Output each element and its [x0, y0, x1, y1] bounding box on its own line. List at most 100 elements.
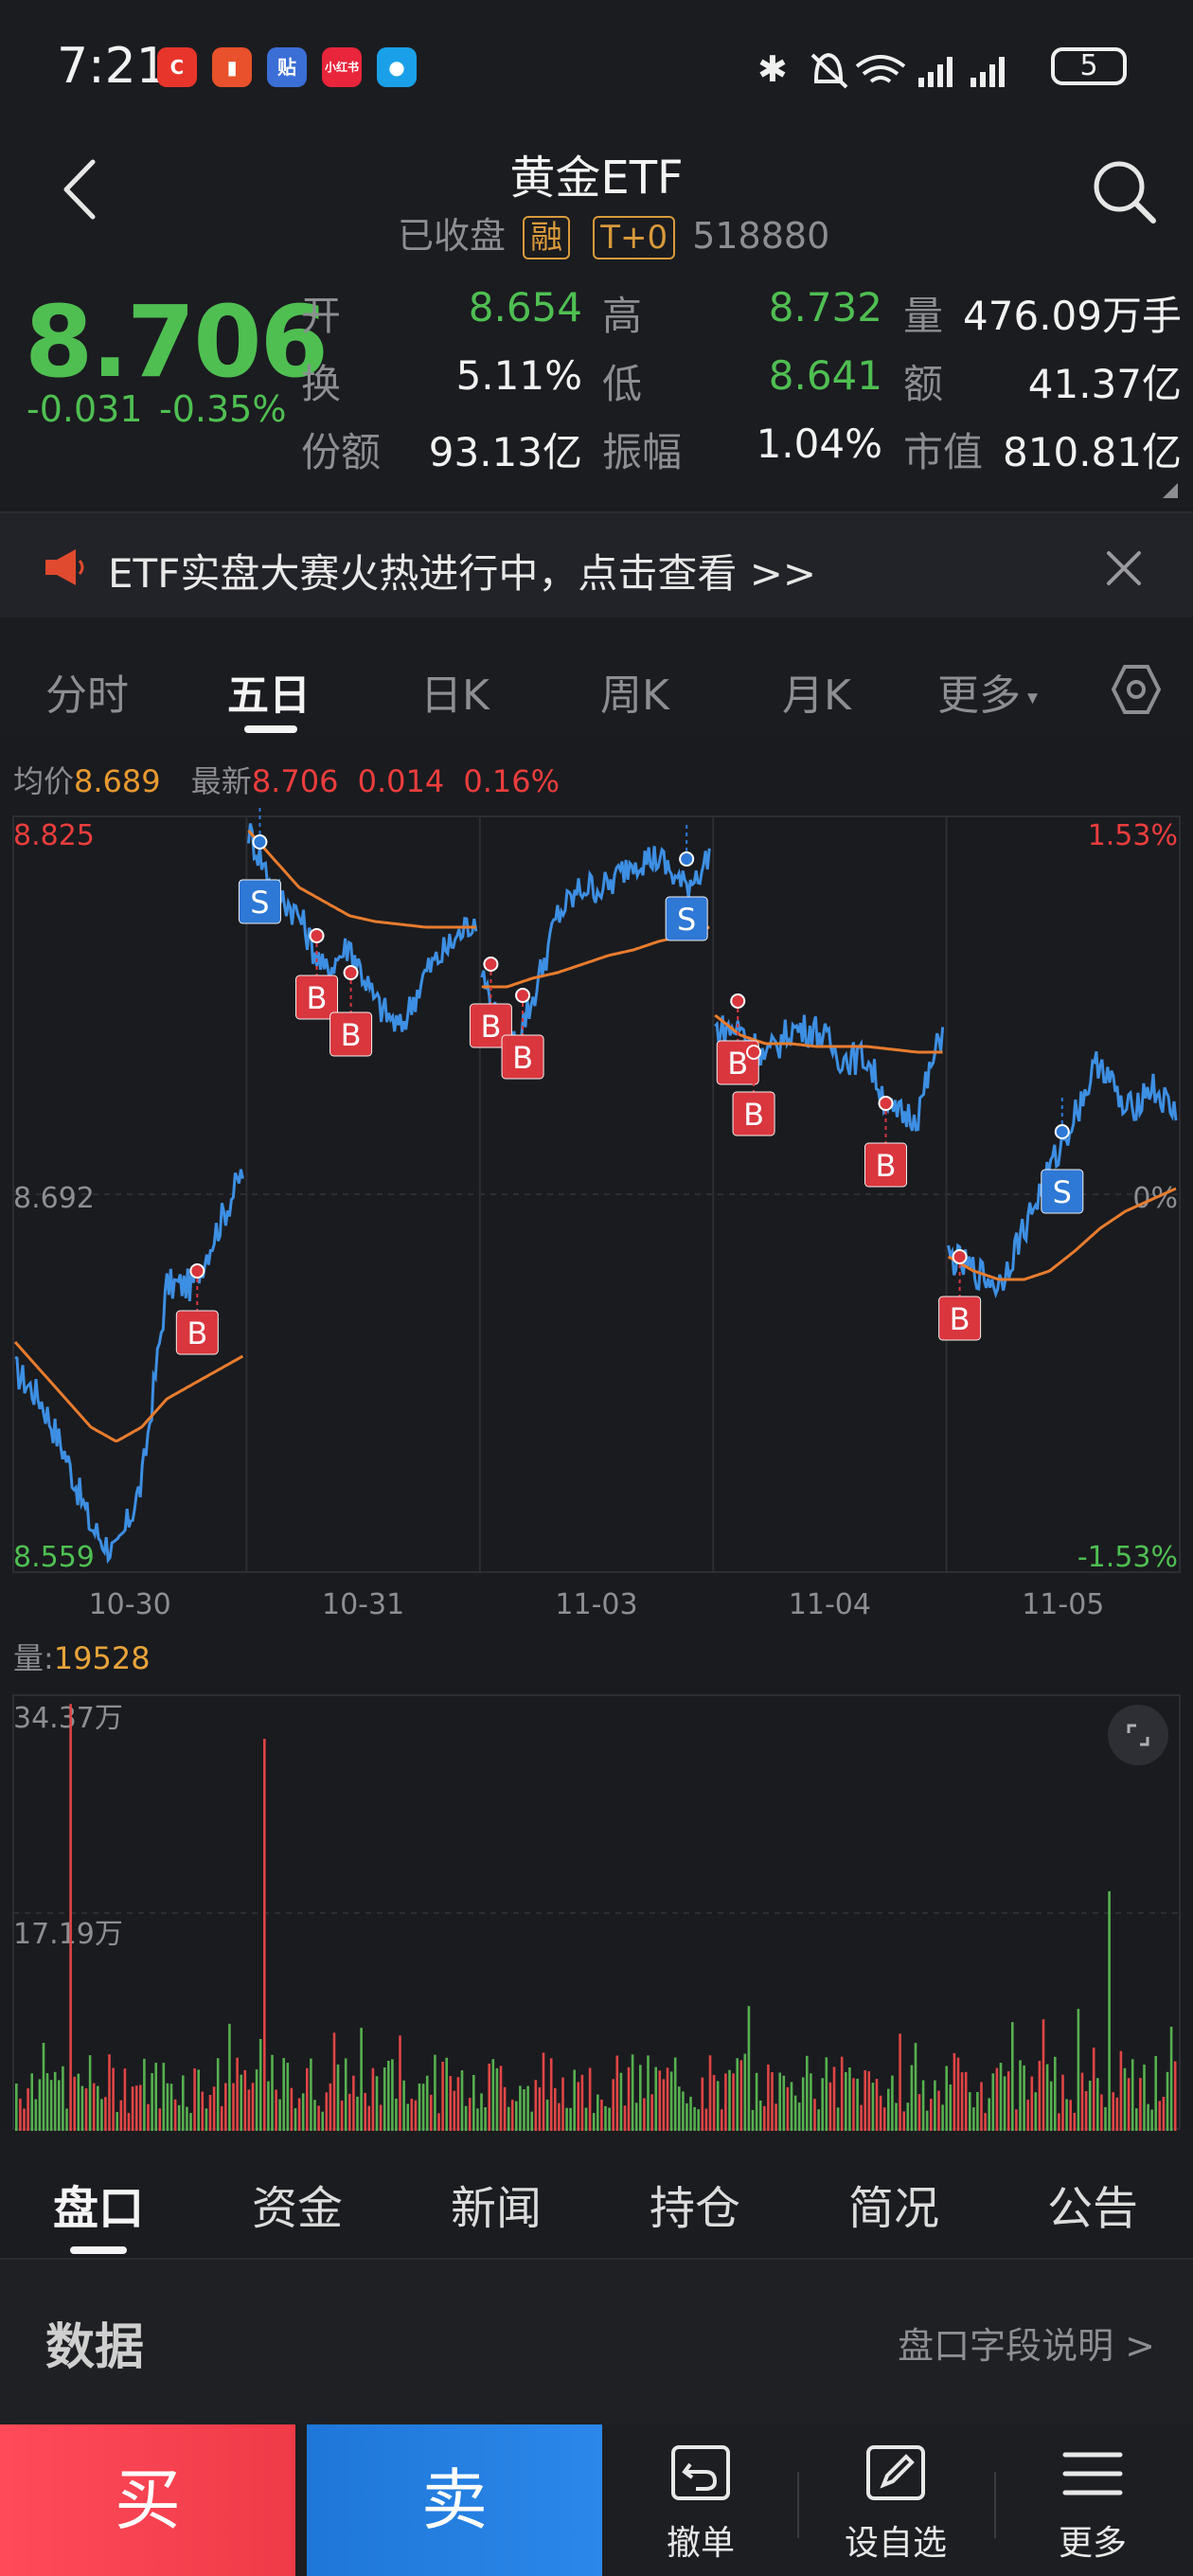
- volume-bar: [584, 2107, 588, 2131]
- fullscreen-button[interactable]: [1108, 1705, 1168, 1765]
- quote-field-label: 份额: [301, 429, 382, 475]
- tab-intraday[interactable]: 分时: [45, 661, 129, 722]
- volume-bar: [344, 2058, 347, 2131]
- close-icon[interactable]: [1103, 547, 1145, 589]
- volume-bar: [775, 2103, 777, 2131]
- volume-bar: [1073, 2112, 1077, 2131]
- tab-monthly-k[interactable]: 月K: [782, 661, 851, 722]
- volume-bar: [510, 2100, 514, 2131]
- volume-bar: [395, 2098, 398, 2131]
- search-icon[interactable]: [1089, 156, 1159, 226]
- volume-bar: [1169, 2027, 1173, 2131]
- y-tick-left: 8.825: [13, 819, 95, 852]
- volume-bar: [255, 2069, 258, 2131]
- volume-bar: [558, 2102, 561, 2131]
- volume-bar: [1158, 2101, 1162, 2131]
- settings-hexagon-icon[interactable]: [1110, 663, 1163, 716]
- add-watchlist-button[interactable]: 设自选: [801, 2424, 990, 2576]
- trade-marker-dot: [309, 928, 325, 943]
- volume-bar: [1080, 2072, 1084, 2131]
- volume-bar: [441, 2062, 444, 2131]
- volume-bar: [123, 2068, 127, 2131]
- sell-button[interactable]: 卖: [307, 2424, 602, 2576]
- volume-bar: [949, 2084, 953, 2131]
- x-tick: 11-05: [1022, 1588, 1104, 1621]
- volume-bar: [747, 2006, 751, 2131]
- volume-bar: [116, 2112, 118, 2131]
- volume-bar: [472, 2075, 475, 2131]
- volume-bar: [693, 2106, 696, 2131]
- volume-bar: [92, 2083, 96, 2131]
- svg-text:✱: ✱: [757, 48, 788, 90]
- expand-corner-icon[interactable]: [1161, 481, 1180, 500]
- volume-bar: [449, 2076, 453, 2131]
- volume-bar: [224, 2083, 227, 2131]
- trade-marker-dot: [730, 993, 746, 1009]
- tab-holdings[interactable]: 持仓: [650, 2171, 740, 2237]
- fullscreen-icon: [1127, 1724, 1149, 1746]
- volume-bar: [391, 2059, 394, 2131]
- volume-bar: [658, 2070, 662, 2131]
- volume-bar: [356, 2096, 359, 2131]
- marker-label: B: [950, 1301, 970, 1337]
- volume-bar: [15, 2084, 18, 2131]
- marker-label: B: [187, 1315, 207, 1351]
- volume-bar: [1069, 2100, 1072, 2131]
- more-button[interactable]: 更多: [998, 2424, 1187, 2576]
- volume-bar: [689, 2096, 692, 2131]
- field-explanation-link[interactable]: 盘口字段说明 >: [898, 2317, 1155, 2369]
- volume-bar: [143, 2058, 146, 2131]
- volume-bar: [23, 2108, 26, 2131]
- volume-bar: [414, 2100, 418, 2131]
- cancel-order-button[interactable]: 撤单: [606, 2424, 795, 2576]
- last-price-value: 8.706: [251, 763, 339, 799]
- volume-bar: [173, 2099, 177, 2131]
- volume-bar: [871, 2083, 875, 2131]
- marker-label: B: [512, 1040, 533, 1076]
- volume-bar: [882, 2107, 886, 2131]
- tab-announcements[interactable]: 公告: [1047, 2171, 1138, 2237]
- trade-action-bar: 买 卖 撤单 设自选 更多: [0, 2424, 1193, 2576]
- tab-capital[interactable]: 资金: [252, 2171, 343, 2237]
- volume-bar: [542, 2052, 545, 2131]
- speaker-icon: [45, 549, 84, 585]
- volume-bar: [608, 2107, 611, 2131]
- tab-more[interactable]: 更多 ▾: [937, 661, 1038, 722]
- volume-bar: [828, 2082, 832, 2131]
- volume-chart[interactable]: 34.37万 17.19万: [0, 1686, 1193, 2131]
- volume-bar: [460, 2070, 464, 2131]
- volume-bar: [972, 2107, 975, 2131]
- volume-bar: [1065, 2099, 1068, 2131]
- volume-bar: [1147, 2103, 1149, 2131]
- volume-bar: [286, 2063, 290, 2131]
- volume-bar: [538, 2087, 542, 2131]
- tab-order-book[interactable]: 盘口: [53, 2171, 144, 2237]
- edit-icon: [866, 2445, 925, 2500]
- volume-bar: [697, 2109, 700, 2131]
- quote-field-value: 8.732: [768, 284, 882, 331]
- volume-bar: [240, 2074, 242, 2131]
- five-day-price-chart[interactable]: 8.8258.6928.5591.53%0%-1.53%10-30 10-31 11…: [0, 805, 1193, 1629]
- buy-button[interactable]: 买: [0, 2424, 295, 2576]
- volume-bar: [499, 2066, 503, 2131]
- tab-weekly-k[interactable]: 周K: [600, 661, 669, 722]
- volume-bar: [364, 2093, 366, 2131]
- volume-bar: [879, 2095, 882, 2131]
- tab-news[interactable]: 新闻: [451, 2171, 542, 2237]
- volume-bar: [182, 2075, 185, 2131]
- tab-overview[interactable]: 简况: [848, 2171, 939, 2237]
- volume-bar: [1127, 2078, 1131, 2131]
- quote-field-label: 市值: [903, 429, 984, 475]
- volume-bar: [778, 2072, 781, 2131]
- volume-bar: [119, 2100, 123, 2131]
- volume-bar: [88, 2055, 92, 2131]
- volume-bar: [1003, 2076, 1006, 2131]
- tab-daily-k[interactable]: 日K: [420, 661, 490, 722]
- volume-bar: [1042, 2019, 1045, 2131]
- tab-five-day[interactable]: 五日: [227, 661, 311, 722]
- volume-bar: [1150, 2109, 1153, 2131]
- active-tab-indicator: [244, 725, 297, 733]
- active-info-tab-indicator: [70, 2246, 127, 2254]
- promo-banner[interactable]: ETF实盘大赛火热进行中，点击查看 >>: [0, 511, 1193, 617]
- volume-bar: [258, 2039, 262, 2131]
